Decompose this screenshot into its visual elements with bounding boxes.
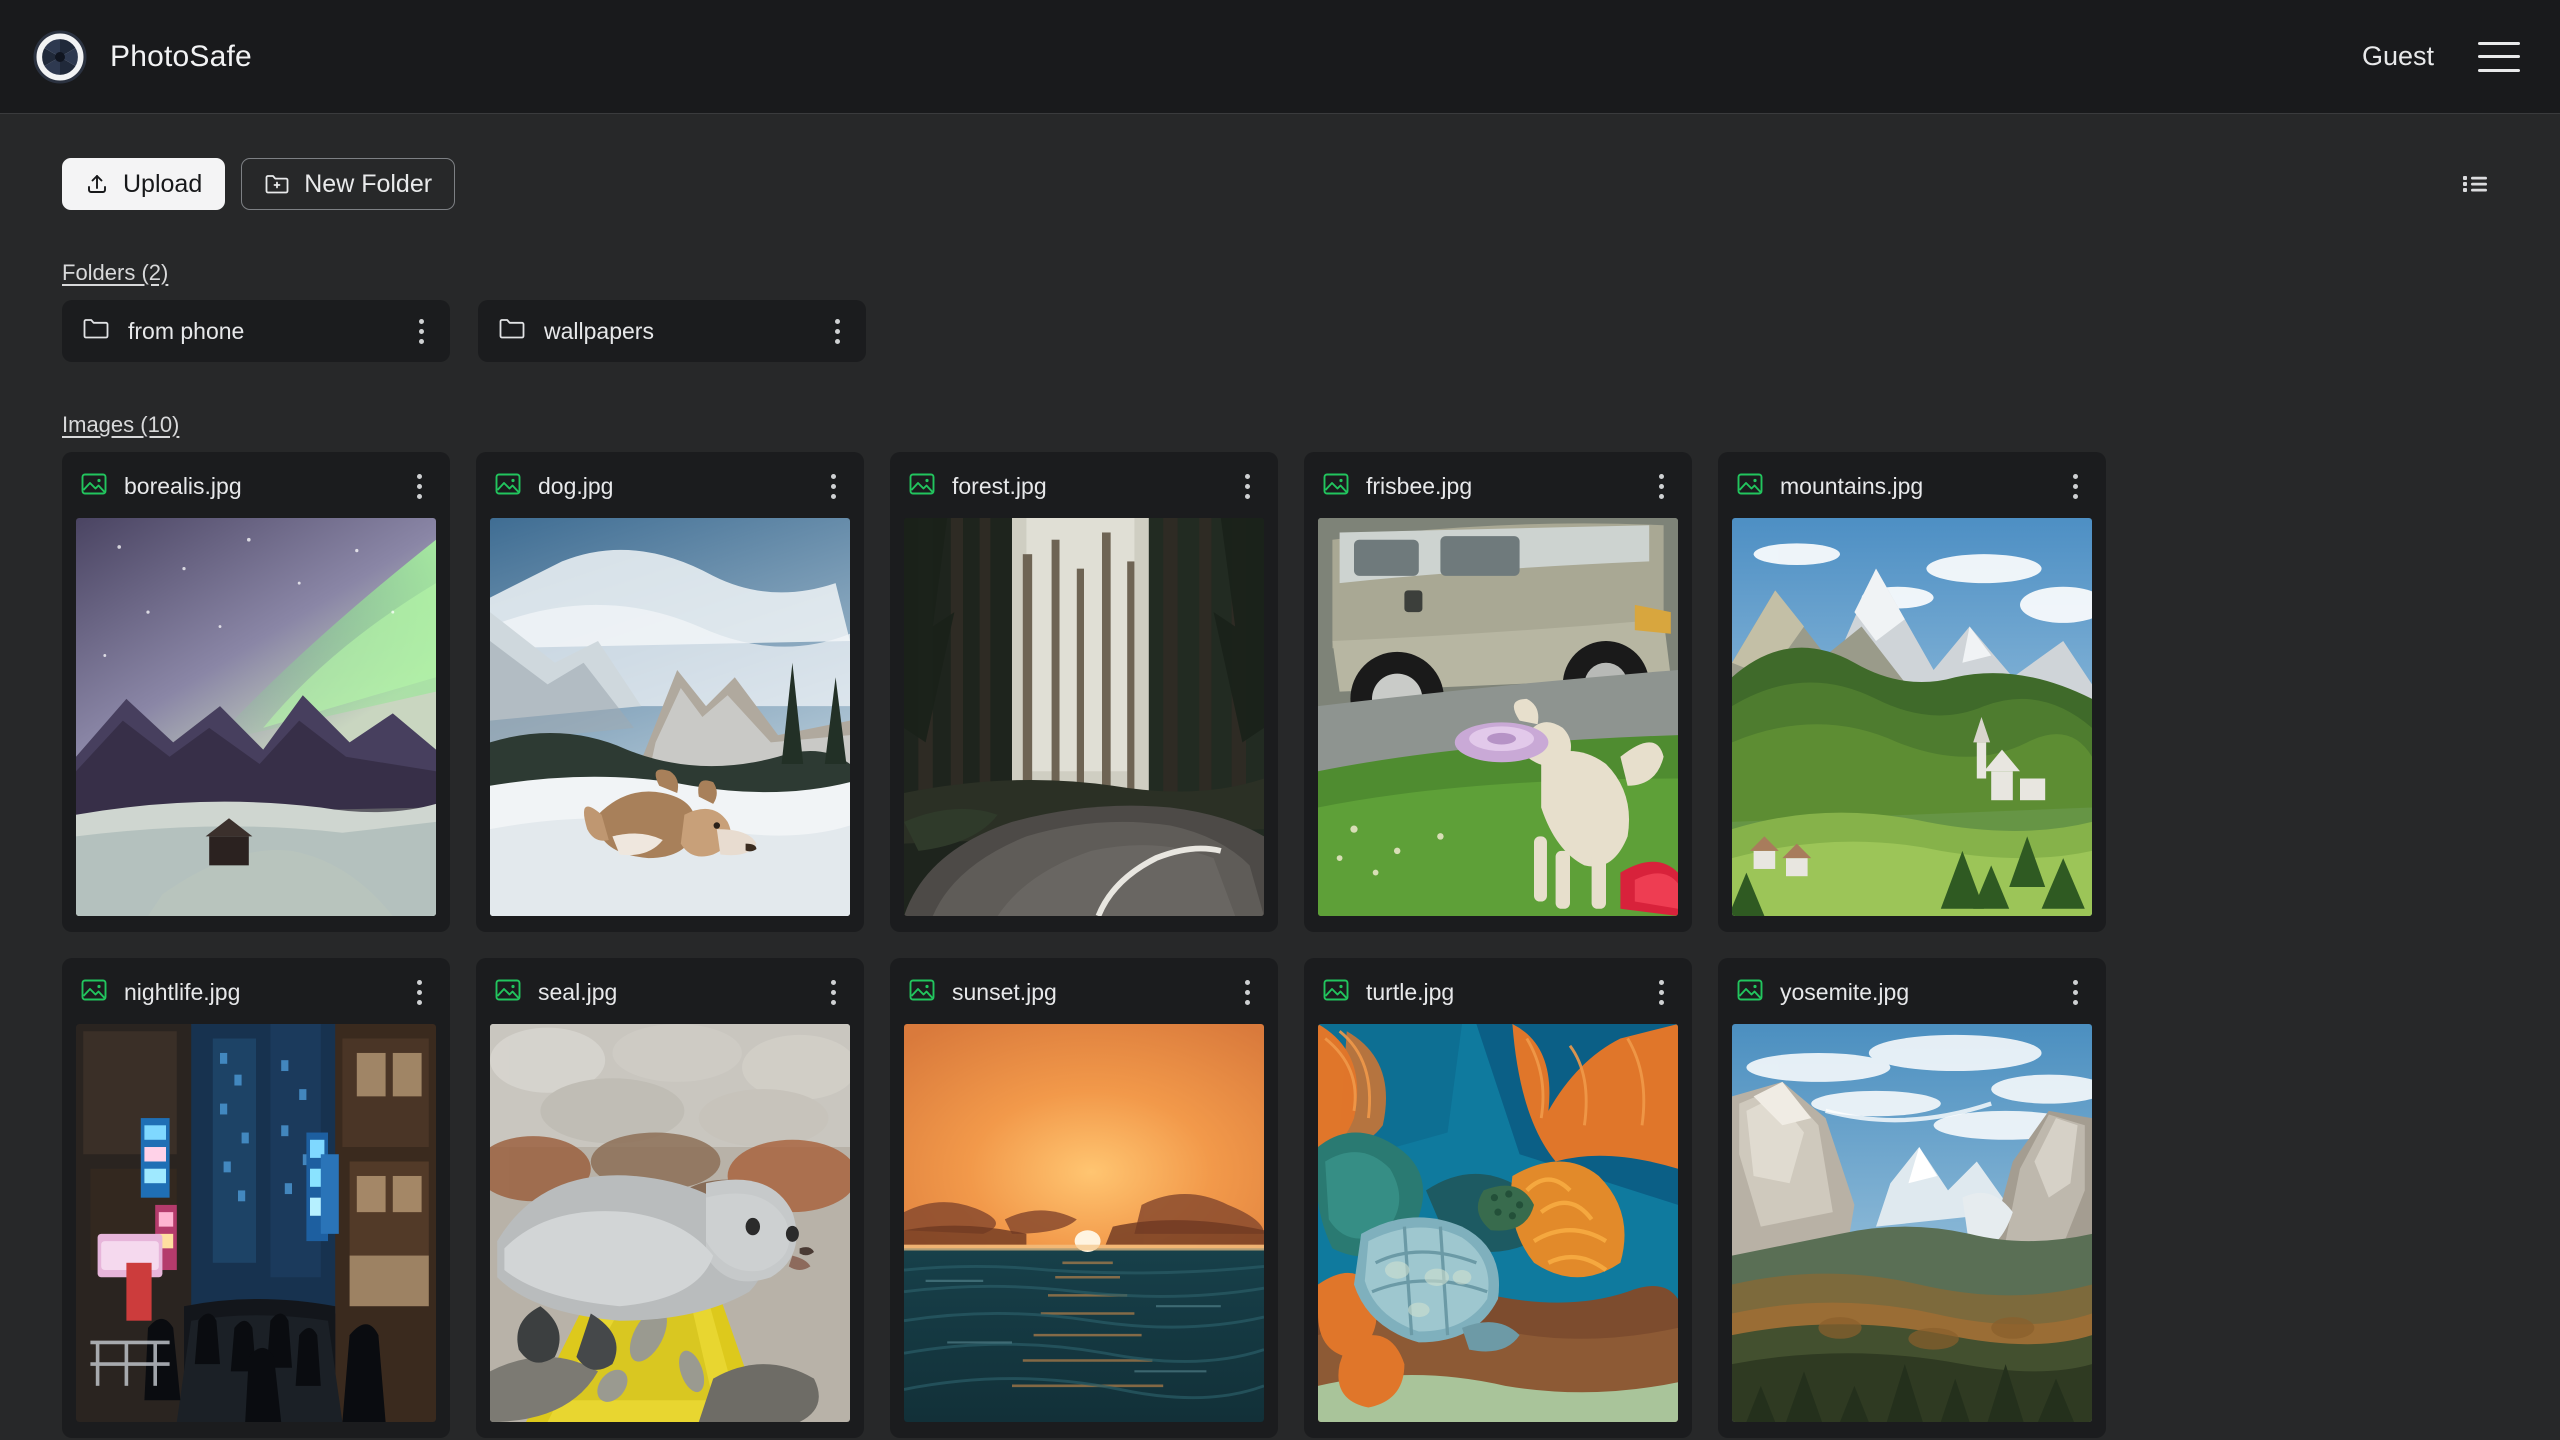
brand[interactable]: PhotoSafe [32,29,252,85]
image-icon [1322,471,1350,502]
image-icon [908,977,936,1008]
kebab-icon[interactable] [1648,469,1674,503]
upload-button-label: Upload [123,169,203,198]
kebab-icon[interactable] [2062,975,2088,1009]
folders-grid: from phone wallpapers [62,300,2498,362]
folder-name: wallpapers [544,317,654,344]
images-grid: borealis.jpg dog.jpg forest.jpg frisbee.… [62,452,2498,1438]
image-card[interactable]: forest.jpg [890,452,1278,932]
upload-arrow-icon [85,172,109,196]
image-thumbnail [490,1024,850,1422]
image-icon [80,977,108,1008]
folder-card[interactable]: wallpapers [478,300,866,362]
image-card[interactable]: yosemite.jpg [1718,958,2106,1438]
image-name: mountains.jpg [1780,472,1924,499]
image-icon [1736,471,1764,502]
folder-plus-icon [264,172,290,196]
kebab-icon[interactable] [406,975,432,1009]
image-thumbnail [76,1024,436,1422]
list-view-icon[interactable] [2452,161,2498,207]
image-card-header: mountains.jpg [1732,466,2092,506]
kebab-icon[interactable] [2062,469,2088,503]
kebab-icon[interactable] [406,469,432,503]
kebab-icon[interactable] [408,314,434,348]
image-card-header: seal.jpg [490,972,850,1012]
app-header: PhotoSafe Guest [0,0,2560,114]
image-thumbnail [76,518,436,916]
kebab-icon[interactable] [1648,975,1674,1009]
user-label[interactable]: Guest [2362,41,2434,72]
image-icon [80,471,108,502]
kebab-icon[interactable] [1234,469,1260,503]
image-icon [1736,977,1764,1008]
folder-icon [82,316,110,347]
image-card-header: yosemite.jpg [1732,972,2092,1012]
image-card[interactable]: mountains.jpg [1718,452,2106,932]
image-thumbnail [904,518,1264,916]
new-folder-button-label: New Folder [304,169,433,198]
folders-section-title[interactable]: Folders (2) [62,260,168,286]
image-card[interactable]: nightlife.jpg [62,958,450,1438]
aperture-icon [32,29,88,85]
image-card[interactable]: sunset.jpg [890,958,1278,1438]
image-thumbnail [1318,518,1678,916]
image-icon [908,471,936,502]
image-name: seal.jpg [538,978,618,1005]
folder-icon [498,316,526,347]
image-card[interactable]: dog.jpg [476,452,864,932]
image-card[interactable]: frisbee.jpg [1304,452,1692,932]
image-card-header: dog.jpg [490,466,850,506]
image-card-header: borealis.jpg [76,466,436,506]
image-name: yosemite.jpg [1780,978,1910,1005]
image-icon [1322,977,1350,1008]
image-card[interactable]: turtle.jpg [1304,958,1692,1438]
image-thumbnail [904,1024,1264,1422]
kebab-icon[interactable] [820,975,846,1009]
image-card-header: sunset.jpg [904,972,1264,1012]
image-name: nightlife.jpg [124,978,241,1005]
image-card-header: forest.jpg [904,466,1264,506]
image-card[interactable]: borealis.jpg [62,452,450,932]
image-card[interactable]: seal.jpg [476,958,864,1438]
header-actions: Guest [2362,41,2520,72]
image-name: frisbee.jpg [1366,472,1473,499]
hamburger-icon[interactable] [2478,41,2520,72]
upload-button[interactable]: Upload [62,158,226,210]
image-thumbnail [1732,1024,2092,1422]
image-thumbnail [1318,1024,1678,1422]
toolbar: Upload New Folder [62,158,2498,210]
image-name: borealis.jpg [124,472,242,499]
images-section-title[interactable]: Images (10) [62,412,179,438]
image-name: sunset.jpg [952,978,1057,1005]
image-icon [494,977,522,1008]
image-thumbnail [490,518,850,916]
folder-card[interactable]: from phone [62,300,450,362]
image-card-header: turtle.jpg [1318,972,1678,1012]
new-folder-button[interactable]: New Folder [241,158,456,210]
kebab-icon[interactable] [1234,975,1260,1009]
image-thumbnail [1732,518,2092,916]
kebab-icon[interactable] [824,314,850,348]
image-card-header: nightlife.jpg [76,972,436,1012]
image-name: dog.jpg [538,472,614,499]
brand-name: PhotoSafe [110,39,252,73]
folder-name: from phone [128,317,245,344]
image-name: forest.jpg [952,472,1047,499]
image-card-header: frisbee.jpg [1318,466,1678,506]
image-icon [494,471,522,502]
main-content: Upload New Folder Folders (2) from phone… [0,114,2560,1438]
image-name: turtle.jpg [1366,978,1455,1005]
kebab-icon[interactable] [820,469,846,503]
